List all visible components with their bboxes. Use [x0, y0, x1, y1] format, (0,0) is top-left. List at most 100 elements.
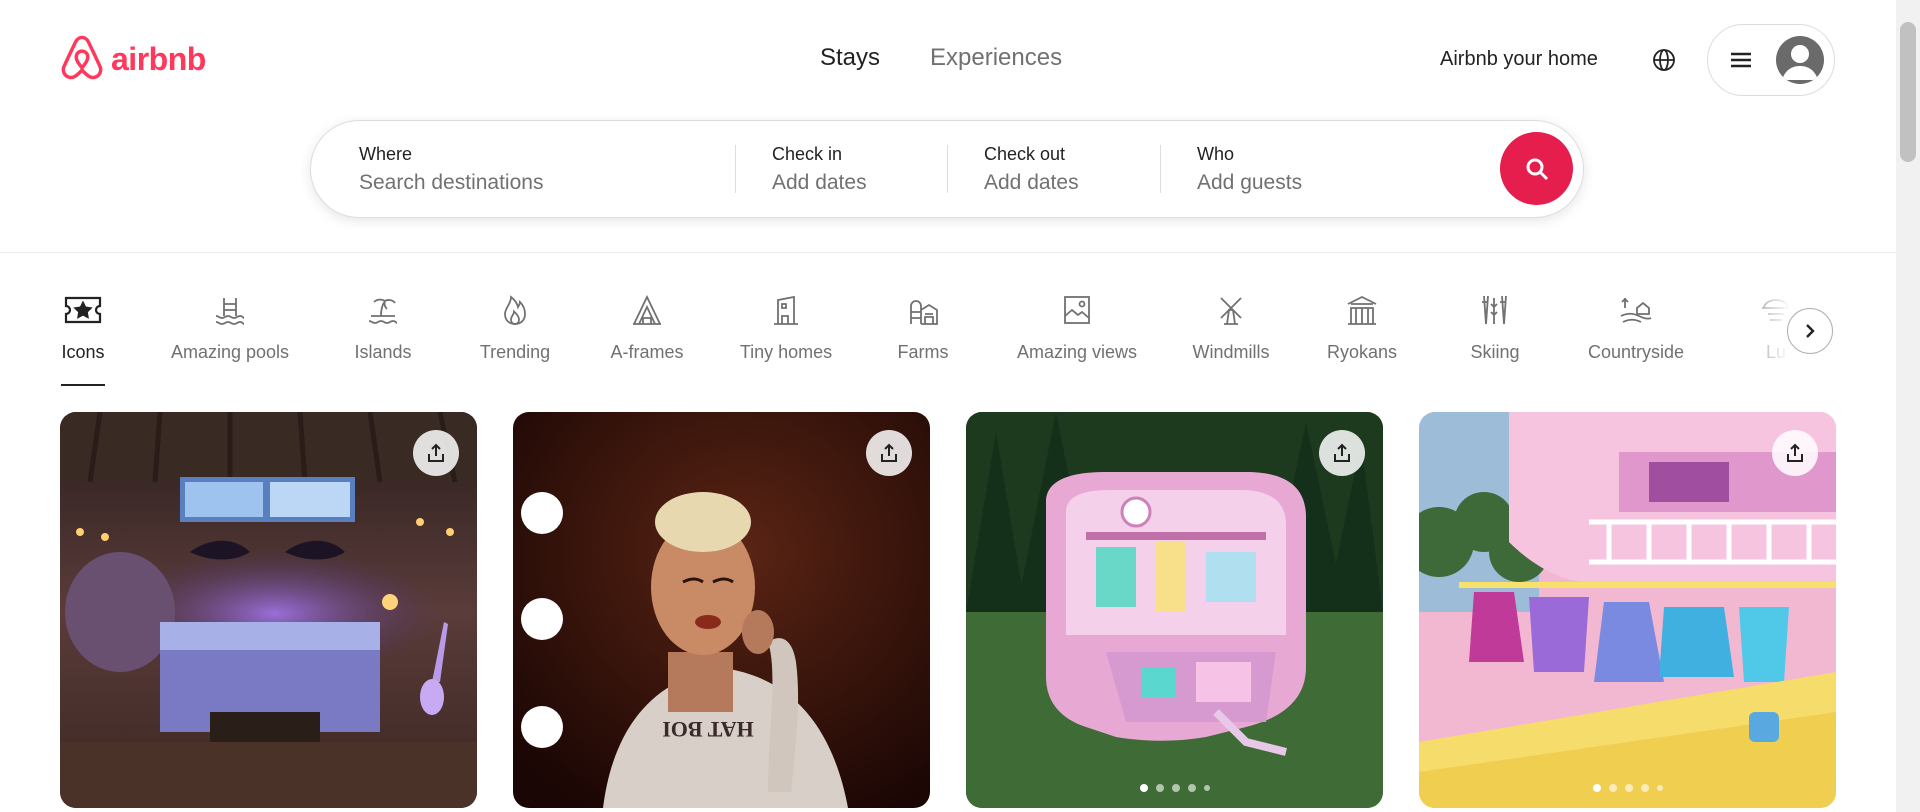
search-button[interactable] [1500, 132, 1573, 205]
carousel-dot[interactable] [1656, 785, 1663, 791]
ticket-star-icon [64, 296, 102, 324]
farm-icon [910, 300, 938, 325]
check-in-label: Check in [772, 143, 843, 164]
destination-search-input[interactable] [359, 170, 699, 195]
listing-photo: HAT BOI [513, 412, 930, 808]
where-field[interactable]: Where [359, 121, 729, 217]
logo-wordmark: airbnb [111, 40, 206, 77]
tab-experiences[interactable]: Experiences [930, 44, 1062, 72]
avatar [1776, 36, 1824, 84]
category-tiny-homes[interactable]: Tiny homes [738, 290, 834, 363]
category-countryside[interactable]: Countryside [1584, 290, 1688, 363]
carousel-dot[interactable] [1592, 784, 1601, 792]
carousel-dot[interactable] [1139, 784, 1148, 792]
category-ryokans[interactable]: Ryokans [1326, 290, 1398, 363]
divider [735, 145, 736, 193]
category-a-frames[interactable]: A-frames [608, 290, 686, 363]
carousel-dot[interactable] [1608, 784, 1617, 792]
countryside-icon [1620, 297, 1652, 323]
category-label: Farms [897, 342, 949, 362]
windmill-icon [1220, 297, 1242, 325]
share-icon [881, 443, 897, 462]
category-label: Tiny homes [739, 342, 833, 362]
listing-card[interactable] [966, 412, 1383, 808]
category-bar: Icons Amazing pools Islands Trending A-f… [0, 290, 1860, 390]
scrollbar-thumb[interactable] [1900, 22, 1916, 162]
carousel-dots [1592, 784, 1663, 792]
listing-photo [60, 412, 477, 808]
flame-icon [504, 295, 526, 325]
ryokan-icon [1347, 295, 1377, 325]
check-out-label: Check out [984, 143, 1066, 164]
where-label: Where [359, 143, 413, 164]
who-field[interactable]: Who Add guests [1197, 121, 1477, 217]
airbnb-your-home-link[interactable]: Airbnb your home [1440, 48, 1598, 71]
category-amazing-pools[interactable]: Amazing pools [168, 290, 292, 363]
category-label: Windmills [1192, 342, 1270, 362]
category-amazing-views[interactable]: Amazing views [1013, 290, 1141, 363]
category-label: Islands [354, 342, 412, 362]
check-in-field[interactable]: Check in Add dates [772, 121, 942, 217]
tab-stays[interactable]: Stays [820, 44, 880, 72]
carousel-dot[interactable] [1624, 784, 1633, 792]
carousel-dots [1139, 784, 1210, 792]
top-tabs: Stays Experiences [820, 44, 1062, 72]
category-label: Amazing pools [170, 342, 290, 362]
listing-grid: HAT BOI [60, 412, 1836, 812]
category-skiing[interactable]: Skiing [1469, 290, 1521, 363]
page-scrollbar[interactable] [1896, 0, 1920, 812]
chevron-right-icon [1806, 324, 1815, 338]
check-out-field[interactable]: Check out Add dates [984, 121, 1154, 217]
category-label: Icons [61, 342, 105, 362]
airbnb-logo-icon [61, 35, 103, 80]
share-icon [428, 443, 444, 462]
view-icon [1064, 296, 1090, 324]
category-windmills[interactable]: Windmills [1189, 290, 1273, 363]
header: airbnb Stays Experiences Airbnb your hom… [0, 0, 1896, 253]
carousel-dot[interactable] [1155, 784, 1164, 792]
carousel-dot[interactable] [1171, 784, 1180, 792]
category-label: Countryside [1587, 342, 1685, 362]
airbnb-logo[interactable]: airbnb [59, 34, 206, 84]
pool-icon [215, 298, 245, 325]
category-next-button[interactable] [1787, 308, 1833, 354]
a-frame-icon [633, 294, 661, 325]
who-label: Who [1197, 143, 1235, 164]
check-out-value: Add dates [984, 170, 1079, 194]
share-button[interactable] [866, 430, 912, 476]
tiny-home-icon [774, 295, 798, 325]
svg-text:HAT BOI: HAT BOI [662, 717, 754, 742]
mirror-light [521, 598, 563, 640]
category-trending[interactable]: Trending [476, 290, 554, 363]
search-icon [1526, 158, 1548, 180]
category-farms[interactable]: Farms [897, 290, 949, 363]
user-menu-button[interactable] [1707, 24, 1835, 96]
share-button[interactable] [1772, 430, 1818, 476]
mirror-light [521, 492, 563, 534]
category-label: Amazing views [1016, 342, 1138, 362]
island-icon [368, 298, 398, 324]
carousel-dot[interactable] [1187, 784, 1196, 792]
share-button[interactable] [413, 430, 459, 476]
divider [947, 145, 948, 193]
category-label: Trending [479, 342, 551, 362]
globe-icon [1653, 49, 1675, 71]
listing-card[interactable] [1419, 412, 1836, 808]
category-label: Ryokans [1326, 342, 1398, 362]
category-icons[interactable]: Icons [59, 290, 107, 363]
category-label: A-frames [610, 342, 684, 362]
carousel-dot[interactable] [1203, 785, 1210, 791]
share-icon [1334, 443, 1350, 462]
listing-card[interactable]: HAT BOI [513, 412, 930, 808]
user-avatar-icon [1782, 45, 1818, 80]
divider [1160, 145, 1161, 193]
check-in-value: Add dates [772, 170, 867, 194]
share-button[interactable] [1319, 430, 1365, 476]
listing-card[interactable] [60, 412, 477, 808]
language-button[interactable] [1648, 44, 1680, 76]
category-islands[interactable]: Islands [352, 290, 414, 363]
category-label: Skiing [1470, 342, 1520, 362]
carousel-dot[interactable] [1640, 784, 1649, 792]
active-category-indicator [61, 384, 105, 386]
search-bar: Where Check in Add dates Check out Add d… [310, 120, 1584, 218]
